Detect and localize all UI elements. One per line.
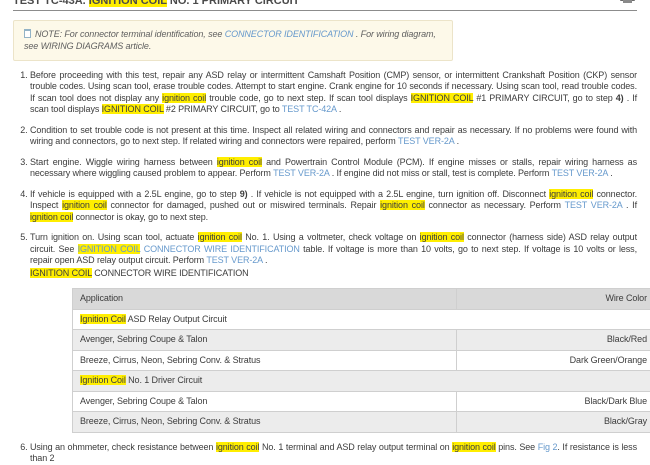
note-document-icon — [24, 29, 31, 38]
print-icon[interactable] — [620, 0, 635, 3]
step-item: Start engine. Wiggle wiring harness betw… — [30, 157, 637, 180]
text-run: Turn ignition on. Using scan tool, actua… — [30, 232, 198, 242]
column-header-application: Application — [73, 289, 457, 310]
column-header-wire-color: Wire Color — [457, 289, 650, 310]
step-text: Before proceeding with this test, repair… — [30, 70, 637, 116]
text-run: trouble code, go to next step. If scan t… — [206, 93, 411, 103]
highlighted-term: ignition coil — [452, 442, 495, 452]
wire-identification-table: ApplicationWire ColorIgnition Coil ASD R… — [72, 288, 650, 433]
text-run: . — [454, 136, 459, 146]
inline-link[interactable]: TEST VER-2A — [273, 168, 329, 178]
page-title: TEST TC-43A. IGNITION COIL NO. 1 PRIMARY… — [13, 0, 637, 8]
highlighted-term: ignition coil — [380, 200, 425, 210]
wire-color-cell: Black/Red — [457, 330, 650, 351]
text-run: Condition to set trouble code is not pre… — [30, 125, 637, 147]
text-run: pins. See — [496, 442, 538, 452]
page-header: TEST TC-43A. IGNITION COIL NO. 1 PRIMARY… — [13, 0, 637, 11]
step-text: Using an ohmmeter, check resistance betw… — [30, 442, 637, 465]
highlighted-term: Ignition Coil — [80, 375, 126, 385]
step-item: Before proceeding with this test, repair… — [30, 70, 637, 116]
highlighted-term: ignition coil — [216, 442, 259, 452]
text-run: . If vehicle is not equipped with a 2.5L… — [248, 189, 550, 199]
table-row: Ignition Coil ASD Relay Output Circuit — [73, 309, 650, 330]
text-run: NO. 1 PRIMARY CIRCUIT — [167, 0, 300, 7]
text-run: No. 1. Using a voltmeter, check voltage … — [242, 232, 420, 242]
text-run: Using an ohmmeter, check resistance betw… — [30, 442, 216, 452]
highlighted-term: ignition coil — [162, 93, 206, 103]
section-row-label: Ignition Coil ASD Relay Output Circuit — [73, 309, 650, 330]
title-divider — [13, 10, 637, 11]
table-row: Breeze, Cirrus, Neon, Sebring Conv. & St… — [73, 350, 650, 371]
note-box: NOTE: For connector terminal identificat… — [13, 20, 453, 61]
application-cell: Avenger, Sebring Coupe & Talon — [73, 330, 457, 351]
highlighted-term: ignition coil — [549, 189, 593, 199]
highlighted-term: ignition coil — [62, 200, 107, 210]
text-run: . If engine did not miss or stall, test … — [329, 168, 551, 178]
text-run: connector for damaged, pushed out or mis… — [107, 200, 380, 210]
procedure-steps: Before proceeding with this test, repair… — [13, 70, 637, 465]
print-icon-tray — [623, 0, 632, 3]
step-item: If vehicle is equipped with a 2.5L engin… — [30, 189, 637, 224]
text-run: . If — [622, 200, 637, 210]
text-run: No. 1 terminal and ASD relay output term… — [259, 442, 452, 452]
step-item: Using an ohmmeter, check resistance betw… — [30, 442, 637, 465]
text-run: NOTE: For connector terminal identificat… — [35, 29, 225, 39]
highlighted-term: IGNITION COIL — [102, 104, 164, 114]
highlighted-term: ignition coil — [30, 212, 73, 222]
step-item: Turn ignition on. Using scan tool, actua… — [30, 232, 637, 433]
highlighted-term: ignition coil — [217, 157, 262, 167]
table-row: Avenger, Sebring Coupe & TalonBlack/Red — [73, 330, 650, 351]
text-run: TEST TC-43A. — [13, 0, 89, 7]
table-row: Breeze, Cirrus, Neon, Sebring Conv. & St… — [73, 412, 650, 433]
step-text: Start engine. Wiggle wiring harness betw… — [30, 157, 637, 180]
highlighted-term: IGNITION COIL — [411, 93, 474, 103]
text-run: No. 1 Driver Circuit — [126, 375, 202, 385]
section-row-label: Ignition Coil No. 1 Driver Circuit — [73, 371, 650, 392]
inline-link[interactable]: CONNECTOR IDENTIFICATION — [225, 29, 354, 39]
text-run: 4) — [616, 93, 624, 103]
inline-link[interactable]: TEST VER-2A — [206, 255, 262, 265]
step-text: Condition to set trouble code is not pre… — [30, 125, 637, 148]
application-cell: Avenger, Sebring Coupe & Talon — [73, 391, 457, 412]
inline-link[interactable]: TEST VER-2A — [552, 168, 608, 178]
text-run: If vehicle is equipped with a 2.5L engin… — [30, 189, 240, 199]
text-run: ASD Relay Output Circuit — [126, 314, 227, 324]
text-run: connector as necessary. Perform — [425, 200, 565, 210]
wire-color-cell: Dark Green/Orange — [457, 350, 650, 371]
step-text: Turn ignition on. Using scan tool, actua… — [30, 232, 637, 267]
text-run: #2 PRIMARY CIRCUIT, go to — [164, 104, 282, 114]
highlighted-term: ignition coil — [198, 232, 242, 242]
inline-link[interactable]: CONNECTOR WIRE IDENTIFICATION — [144, 244, 300, 254]
text-run: 9) — [240, 189, 248, 199]
text-run: . — [608, 168, 613, 178]
text-run: Start engine. Wiggle wiring harness betw… — [30, 157, 217, 167]
inline-link[interactable]: TEST VER-2A — [398, 136, 454, 146]
text-run: connector is okay, go to next step. — [73, 212, 208, 222]
text-run: . — [336, 104, 341, 114]
step-text: If vehicle is equipped with a 2.5L engin… — [30, 189, 637, 224]
inline-link[interactable]: TEST TC-42A — [282, 104, 337, 114]
highlighted-term: ignition coil — [420, 232, 464, 242]
table-row: Avenger, Sebring Coupe & TalonBlack/Dark… — [73, 391, 650, 412]
step-item: Condition to set trouble code is not pre… — [30, 125, 637, 148]
text-run: #1 PRIMARY CIRCUIT, go to step — [473, 93, 616, 103]
text-run: CONNECTOR WIRE IDENTIFICATION — [92, 268, 249, 278]
application-cell: Breeze, Cirrus, Neon, Sebring Conv. & St… — [73, 412, 457, 433]
application-cell: Breeze, Cirrus, Neon, Sebring Conv. & St… — [73, 350, 457, 371]
table-row: Ignition Coil No. 1 Driver Circuit — [73, 371, 650, 392]
inline-link[interactable]: TEST VER-2A — [565, 200, 623, 210]
wire-color-cell: Black/Gray — [457, 412, 650, 433]
highlighted-term: IGNITION COIL — [89, 0, 167, 7]
table-header-row: ApplicationWire Color — [73, 289, 650, 310]
inline-link[interactable]: Fig 2 — [538, 442, 558, 452]
text-run: . — [263, 255, 268, 265]
note-text: NOTE: For connector terminal identificat… — [24, 29, 436, 51]
highlighted-term: IGNITION COIL — [30, 268, 92, 278]
inline-link[interactable]: IGNITION COIL — [78, 244, 141, 254]
table-caption: IGNITION COIL CONNECTOR WIRE IDENTIFICAT… — [30, 268, 637, 280]
wire-color-cell: Black/Dark Blue — [457, 391, 650, 412]
highlighted-term: Ignition Coil — [80, 314, 126, 324]
